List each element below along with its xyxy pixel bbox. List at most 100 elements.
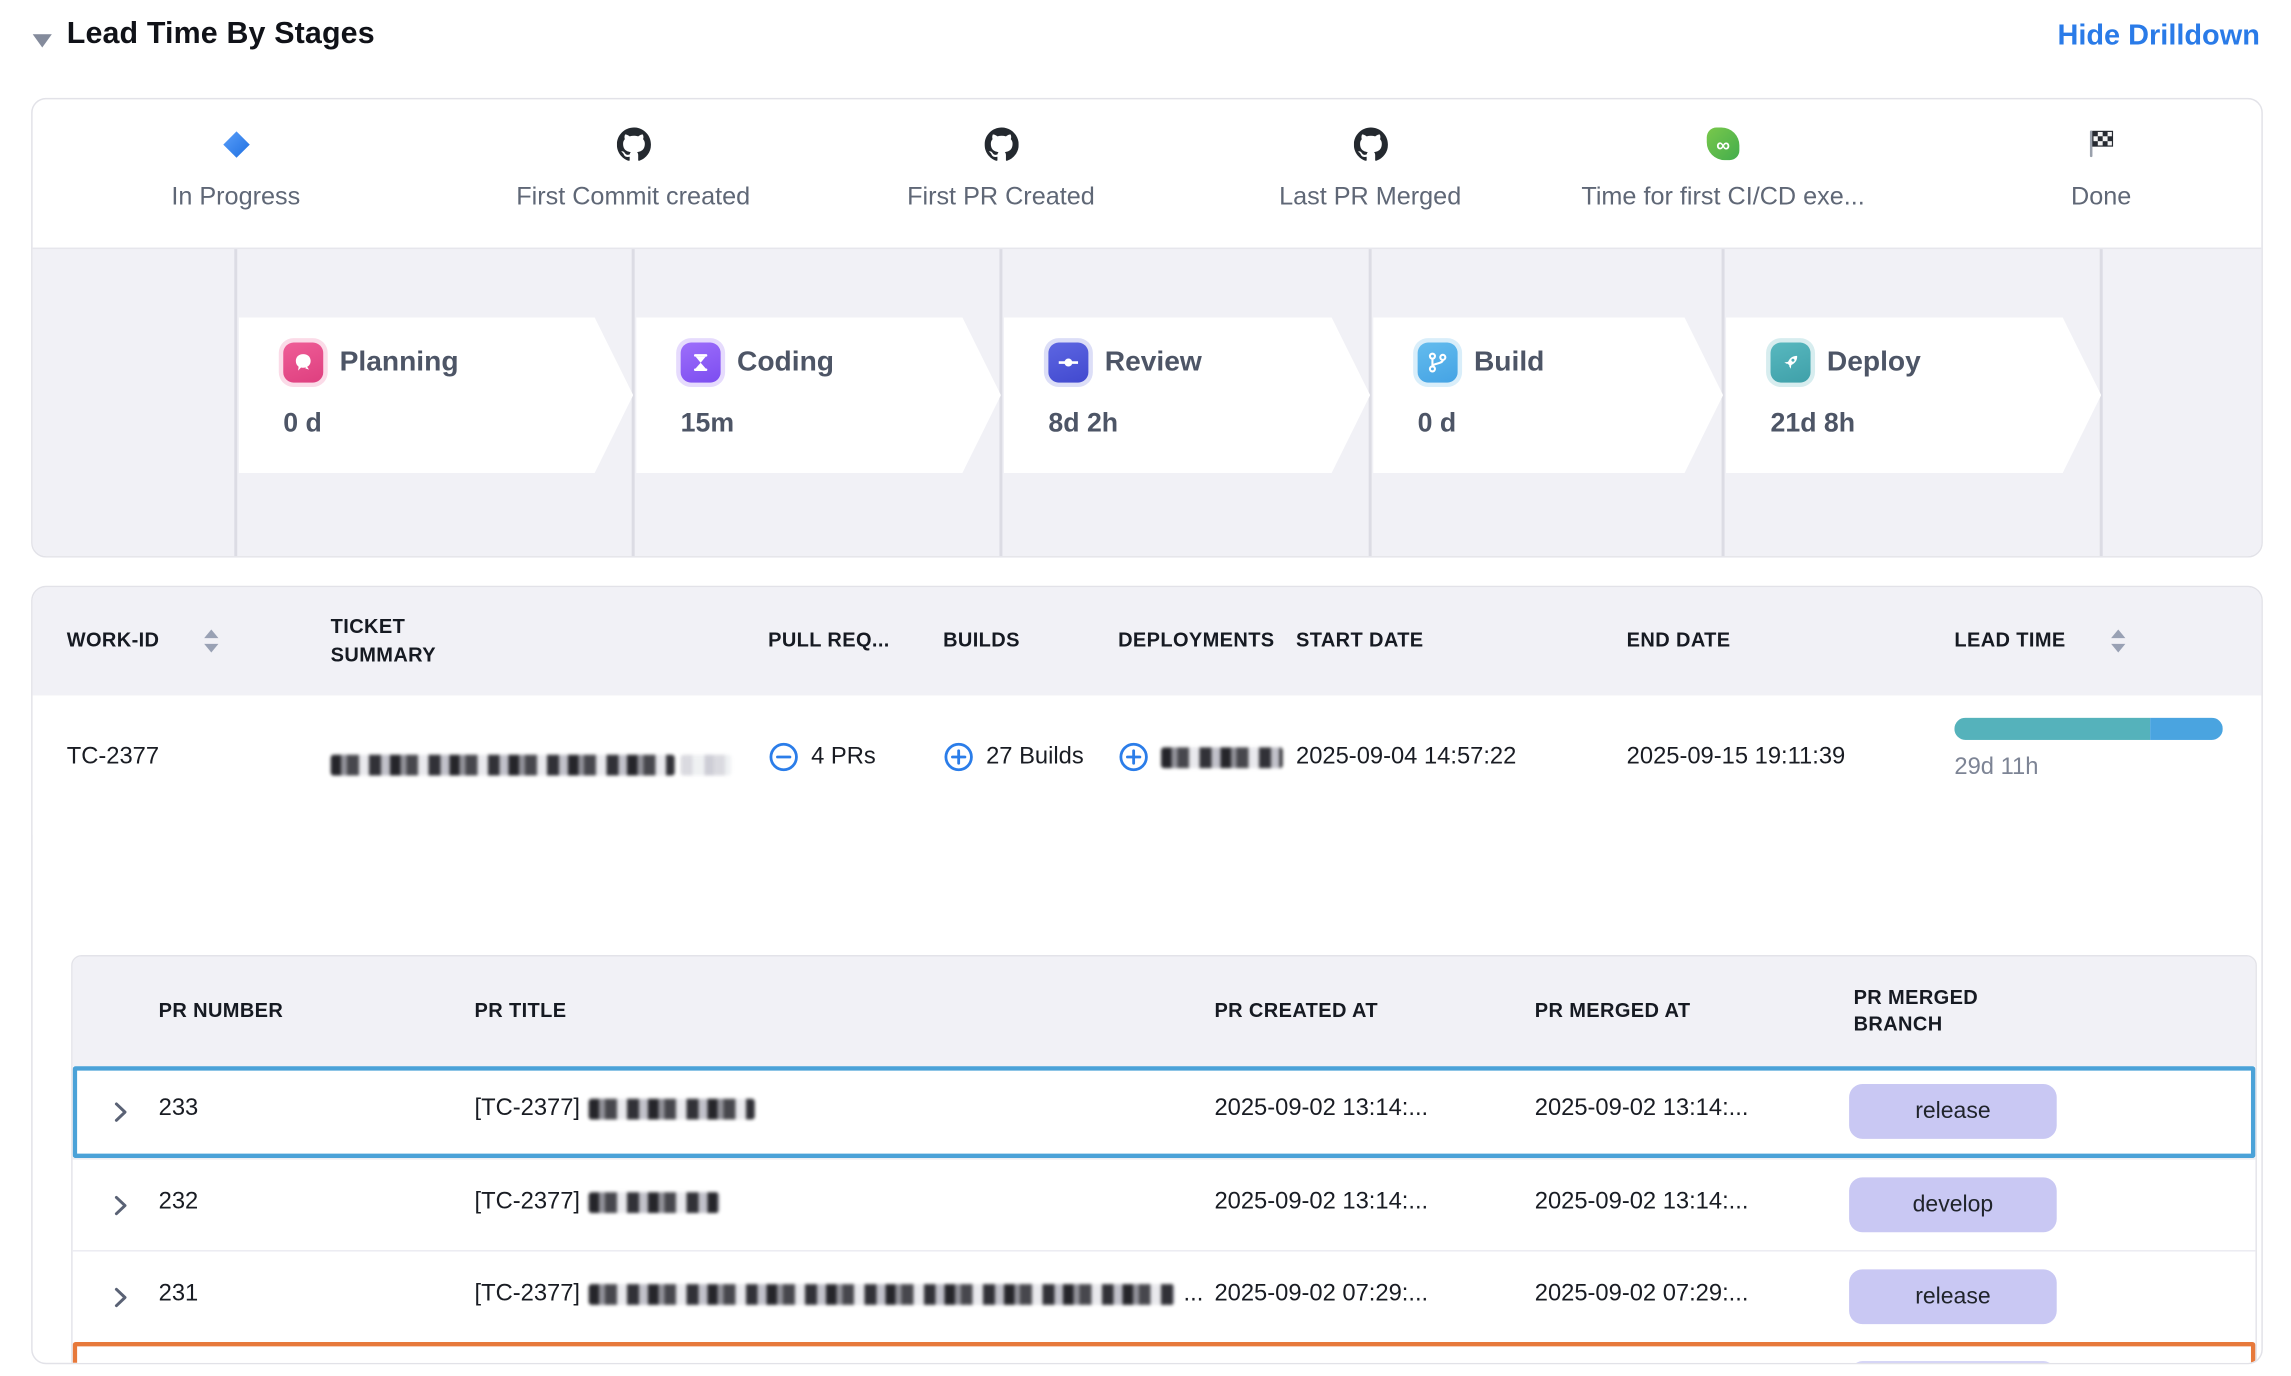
column-pr-merged-branch: PR MERGED BRANCH (1854, 956, 2025, 1066)
pr-title-redacted (589, 1284, 1175, 1305)
stage-name: Build (1474, 346, 1544, 379)
work-items-table: WORK-ID TICKET SUMMARY PULL REQ... BUILD… (31, 586, 2263, 1364)
planning-leaf-icon (283, 343, 323, 383)
branch-badge: develop (1849, 1361, 2057, 1364)
pr-created-at: 2025-09-02 07:29:... (1214, 1281, 1428, 1308)
builds-toggle[interactable]: 27 Builds (943, 741, 1084, 772)
finish-flag-icon (1908, 123, 2262, 165)
deployments-count-redacted (1161, 747, 1283, 768)
column-start-date: START DATE (1296, 587, 1424, 695)
stage-duration: 0 d (283, 408, 458, 439)
stage-coding: Coding 15m (636, 317, 1001, 473)
stage-name: Deploy (1827, 346, 1921, 379)
milestone-divider (1369, 249, 1372, 556)
stage-review: Review 8d 2h (1004, 317, 1370, 473)
start-date-value: 2025-09-04 14:57:22 (1296, 744, 1516, 771)
pr-title-redacted (589, 1099, 755, 1120)
stage-duration: 8d 2h (1048, 408, 1201, 439)
pr-table-header: PR NUMBER PR TITLE PR CREATED AT PR MERG… (73, 956, 2256, 1066)
pr-row-232[interactable]: 232 [TC-2377] 2025-09-02 13:14:... 2025-… (73, 1158, 2256, 1251)
milestone-label: In Progress (43, 182, 429, 212)
stage-duration: 0 d (1418, 408, 1545, 439)
milestone-divider (632, 249, 635, 556)
pr-created-at: 2025-09-02 13:14:... (1214, 1096, 1428, 1123)
collapse-circle-icon (768, 741, 799, 772)
milestone-first-commit: First Commit created (440, 123, 826, 212)
lead-time-bar-segment-1 (1954, 718, 2150, 740)
pr-title: [TC-2377] (475, 1189, 729, 1216)
pr-row-233[interactable]: 233 [TC-2377] 2025-09-02 13:14:... 2025-… (73, 1066, 2256, 1158)
stage-name: Coding (737, 346, 834, 379)
github-icon (1177, 123, 1563, 165)
stages-flow-panel: In Progress First Commit created First P… (31, 98, 2263, 558)
branch-badge: release (1849, 1269, 2057, 1324)
milestone-label: Last PR Merged (1177, 182, 1563, 212)
pr-title-redacted (589, 1192, 719, 1213)
lead-time-drilldown-view: Lead Time By Stages Hide Drilldown In Pr… (0, 0, 2291, 1376)
column-work-id: WORK-ID (67, 587, 160, 695)
milestone-label: First Commit created (440, 182, 826, 212)
milestone-first-pr: First PR Created (808, 123, 1194, 212)
pr-number: 233 (159, 1096, 199, 1123)
rocket-icon (1771, 343, 1811, 383)
stage-duration: 15m (681, 408, 834, 439)
stage-planning: Planning 0 d (239, 317, 633, 473)
work-item-row[interactable]: TC-2377 4 PRs 27 Builds 2025-09-04 14:57… (33, 695, 2262, 834)
column-pr-title: PR TITLE (475, 956, 567, 1066)
jira-status-icon (43, 123, 429, 165)
chevron-right-icon[interactable] (114, 1102, 127, 1130)
pr-row-231[interactable]: 231 [TC-2377]... 2025-09-02 07:29:... 20… (73, 1250, 2256, 1343)
column-pull-requests: PULL REQ... (768, 587, 890, 695)
stage-duration: 21d 8h (1771, 408, 1921, 439)
sort-work-id-icon[interactable] (190, 587, 220, 695)
builds-count: 27 Builds (986, 744, 1084, 771)
collapse-triangle-icon[interactable] (33, 30, 52, 45)
pr-merged-at: 2025-09-02 07:29:... (1535, 1281, 1749, 1308)
stage-deploy: Deploy 21d 8h (1726, 317, 2101, 473)
github-icon (808, 123, 1194, 165)
chevron-right-icon[interactable] (114, 1287, 127, 1315)
stage-name: Review (1105, 346, 1202, 379)
column-pr-number: PR NUMBER (159, 956, 284, 1066)
milestone-divider (2100, 249, 2103, 556)
column-pr-created-at: PR CREATED AT (1214, 956, 1377, 1066)
milestone-divider (1722, 249, 1725, 556)
pr-created-at: 2025-09-02 13:14:... (1214, 1189, 1428, 1216)
column-end-date: END DATE (1627, 587, 1731, 695)
milestone-divider (234, 249, 237, 556)
pr-title: [TC-2377]... (475, 1281, 1204, 1308)
milestone-cicd: ∞ Time for first CI/CD exe... (1530, 123, 1916, 212)
pr-row-230[interactable]: 230 [TC-2377]... 2025-08-25 10:50:... NA… (73, 1342, 2256, 1364)
chevron-right-icon[interactable] (114, 1195, 127, 1223)
pr-table: PR NUMBER PR TITLE PR CREATED AT PR MERG… (71, 955, 2257, 1364)
lead-time-value: 29d 11h (1954, 755, 2038, 782)
column-deployments: DEPLOYMENTS (1118, 587, 1274, 695)
milestone-label: Time for first CI/CD exe... (1530, 182, 1916, 212)
pr-title: [TC-2377] (475, 1096, 764, 1123)
branch-badge: release (1849, 1084, 2057, 1139)
stage-build: Build 0 d (1373, 317, 1723, 473)
pull-requests-count: 4 PRs (811, 744, 876, 771)
milestone-last-pr-merged: Last PR Merged (1177, 123, 1563, 212)
work-id-value: TC-2377 (67, 744, 159, 771)
page-title: Lead Time By Stages (67, 16, 375, 52)
milestone-done: Done (1908, 123, 2262, 212)
stage-name: Planning (340, 346, 459, 379)
pr-number: 231 (159, 1281, 199, 1308)
ticket-summary-redacted (331, 752, 731, 779)
milestone-divider (999, 249, 1002, 556)
end-date-value: 2025-09-15 19:11:39 (1627, 744, 1846, 771)
git-branch-icon (1418, 343, 1458, 383)
cicd-icon: ∞ (1530, 123, 1916, 165)
milestone-in-progress: In Progress (43, 123, 429, 212)
column-builds: BUILDS (943, 587, 1020, 695)
github-icon (440, 123, 826, 165)
deployments-toggle[interactable] (1118, 741, 1283, 772)
pull-requests-toggle[interactable]: 4 PRs (768, 741, 876, 772)
column-lead-time: LEAD TIME (1954, 587, 2065, 695)
hide-drilldown-link[interactable]: Hide Drilldown (2057, 19, 2259, 53)
milestone-label: First PR Created (808, 182, 1194, 212)
sort-lead-time-icon[interactable] (2097, 587, 2127, 695)
expand-circle-icon (943, 741, 974, 772)
stages-flow-track: Planning 0 d Coding 15m (33, 248, 2262, 556)
